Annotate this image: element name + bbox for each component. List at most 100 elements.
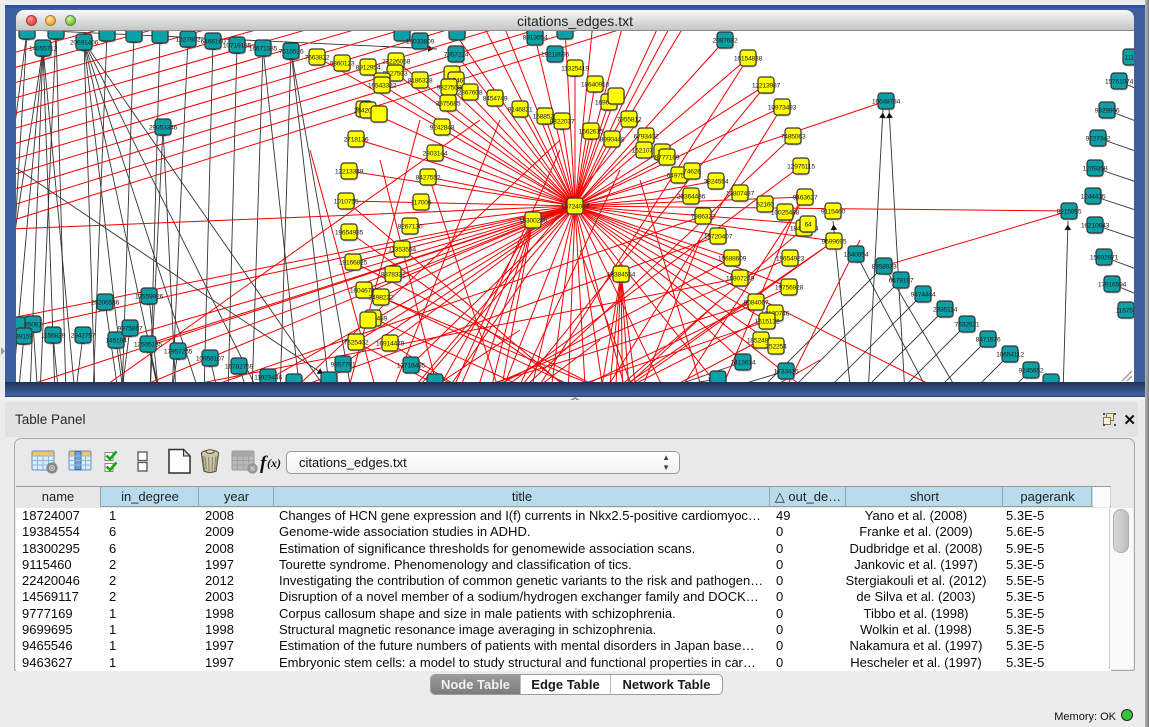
svg-text:17016504: 17016504 (1098, 281, 1127, 288)
svg-text:62160: 62160 (756, 201, 774, 208)
svg-text:1010755: 1010755 (334, 198, 359, 205)
svg-text:(x): (x) (267, 456, 281, 470)
svg-text:2803144: 2803144 (423, 150, 448, 157)
svg-text:3875685: 3875685 (436, 100, 461, 107)
svg-text:8186328: 8186328 (408, 77, 433, 84)
svg-text:12975115: 12975115 (787, 163, 815, 170)
svg-text:1640954: 1640954 (844, 251, 869, 258)
svg-text:12505135: 12505135 (134, 341, 163, 348)
svg-text:19166825: 19166825 (339, 259, 368, 266)
svg-text:8878332: 8878332 (381, 271, 406, 278)
svg-text:2867608: 2867608 (458, 89, 483, 96)
svg-text:14055712: 14055712 (29, 45, 58, 52)
svg-text:12213389: 12213389 (335, 168, 364, 175)
svg-text:2935114: 2935114 (933, 306, 958, 313)
svg-text:145194: 145194 (105, 337, 127, 344)
svg-text:16033809: 16033809 (406, 38, 435, 45)
svg-text:16648784: 16648784 (872, 98, 901, 105)
svg-text:7663822: 7663822 (305, 54, 330, 61)
svg-text:11923446: 11923446 (254, 374, 282, 381)
svg-text:6479197: 6479197 (889, 277, 914, 284)
svg-text:19384554: 19384554 (607, 271, 636, 278)
svg-text:29053346: 29053346 (149, 124, 178, 131)
svg-text:9146821: 9146821 (508, 106, 533, 113)
svg-text:15692971: 15692971 (1090, 254, 1119, 261)
svg-text:9474444: 9474444 (911, 291, 936, 298)
svg-text:9242848: 9242848 (430, 124, 455, 131)
svg-text:9777169: 9777169 (655, 154, 680, 161)
svg-text:8322037: 8322037 (550, 118, 575, 125)
svg-text:18640910: 18640910 (581, 81, 610, 88)
svg-text:20206536: 20206536 (91, 299, 120, 306)
svg-text:7485063: 7485063 (781, 133, 806, 140)
svg-text:252254: 252254 (765, 343, 787, 350)
svg-text:9329966: 9329966 (1095, 107, 1120, 114)
svg-text:7357224: 7357224 (444, 51, 469, 58)
svg-text:7955812: 7955812 (617, 116, 642, 123)
svg-text:9860123: 9860123 (330, 60, 355, 67)
svg-text:7986322: 7986322 (691, 213, 716, 220)
svg-text:20691406: 20691406 (70, 39, 99, 46)
svg-text:10719185: 10719185 (223, 42, 252, 49)
svg-text:8215955: 8215955 (1057, 208, 1082, 215)
svg-text:20364436: 20364436 (677, 193, 706, 200)
svg-text:1413614: 1413614 (731, 359, 756, 366)
svg-text:18724007: 18724007 (561, 203, 590, 210)
svg-text:16671385: 16671385 (249, 45, 278, 52)
svg-text:8454749: 8454749 (483, 95, 508, 102)
svg-text:116753: 116753 (1116, 307, 1134, 314)
svg-text:7632621: 7632621 (955, 321, 980, 328)
svg-text:1562615: 1562615 (579, 128, 604, 135)
svg-text:11353554: 11353554 (388, 246, 416, 253)
svg-text:2718126: 2718126 (344, 136, 369, 143)
svg-text:9463627: 9463627 (793, 194, 818, 201)
svg-text:15720407: 15720407 (704, 233, 733, 240)
svg-text:8267130: 8267130 (398, 223, 423, 230)
svg-text:17957255: 17957255 (164, 348, 193, 355)
svg-text:10688609: 10688609 (718, 255, 747, 262)
svg-text:7625402: 7625402 (344, 339, 369, 346)
svg-text:8958923: 8958923 (872, 263, 897, 270)
svg-text:1156829: 1156829 (41, 332, 66, 339)
svg-text:2942757: 2942757 (71, 332, 96, 339)
svg-text:1209358: 1209358 (1083, 165, 1108, 172)
svg-text:1615132: 1615132 (755, 318, 780, 325)
svg-text:8427552: 8427552 (416, 174, 441, 181)
svg-text:1733426: 1733426 (774, 368, 799, 375)
svg-text:3824554: 3824554 (704, 178, 729, 185)
svg-text:15751074: 15751074 (1105, 78, 1134, 85)
svg-text:9975867: 9975867 (118, 325, 143, 332)
svg-text:10807487: 10807487 (726, 190, 755, 197)
svg-text:1621072: 1621072 (632, 147, 657, 154)
svg-text:16154838: 16154838 (734, 55, 763, 62)
svg-text:8813054: 8813054 (523, 34, 548, 41)
svg-text:16914479: 16914479 (376, 340, 405, 347)
svg-text:16543382: 16543382 (368, 82, 397, 89)
svg-text:15300285: 15300285 (519, 217, 548, 224)
svg-text:10654112: 10654112 (996, 351, 1024, 358)
svg-text:6793402: 6793402 (634, 133, 659, 140)
svg-text:19654935: 19654935 (335, 229, 364, 236)
svg-text:11325419: 11325419 (561, 65, 589, 72)
svg-text:18807249: 18807249 (726, 275, 755, 282)
svg-text:3498222: 3498222 (369, 294, 394, 301)
svg-text:19654923: 19654923 (776, 255, 805, 262)
svg-text:39159: 39159 (16, 333, 33, 340)
svg-text:8471676: 8471676 (976, 336, 1001, 343)
svg-text:1112: 1112 (1124, 54, 1134, 61)
svg-text:64: 64 (804, 221, 812, 228)
svg-text:16782759: 16782759 (225, 363, 254, 370)
svg-text:9857791: 9857791 (331, 361, 356, 368)
svg-text:9115460: 9115460 (821, 208, 846, 215)
svg-text:16210643: 16210643 (1081, 222, 1110, 229)
svg-text:8912954: 8912954 (356, 64, 381, 71)
svg-text:17559926: 17559926 (135, 293, 164, 300)
svg-text:10973493: 10973493 (768, 104, 797, 111)
svg-text:12213987: 12213987 (752, 82, 781, 89)
svg-text:9699695: 9699695 (822, 238, 847, 245)
svg-text:23226058: 23226058 (382, 58, 411, 65)
svg-text:9084067: 9084067 (744, 299, 769, 306)
svg-text:85061: 85061 (24, 321, 42, 328)
svg-text:9227342: 9227342 (1086, 135, 1111, 142)
svg-text:2087682: 2087682 (713, 37, 738, 44)
